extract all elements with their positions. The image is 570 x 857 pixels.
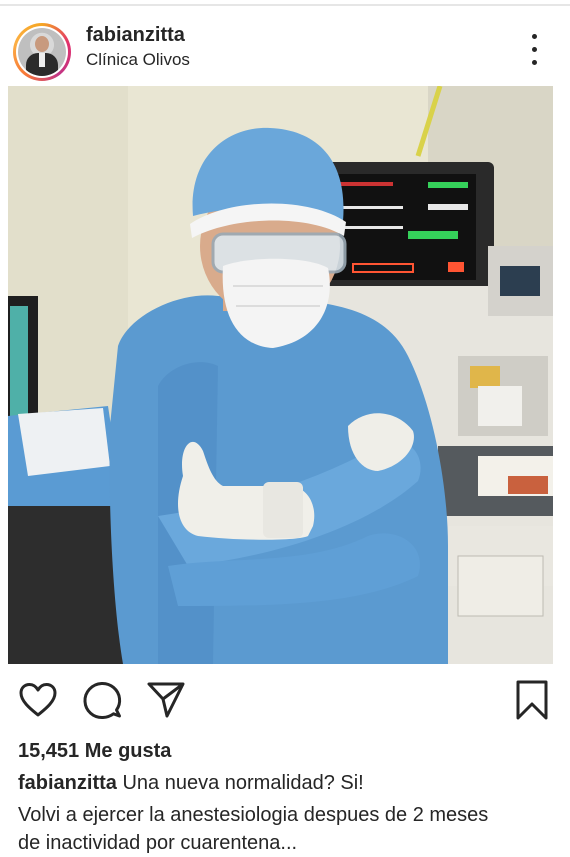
action-bar (0, 676, 570, 728)
top-divider (0, 4, 570, 6)
like-count[interactable]: 15,451 Me gusta (18, 738, 171, 764)
heart-icon[interactable] (16, 676, 60, 724)
caption-username[interactable]: fabianzitta (18, 772, 117, 794)
post-header: fabianzitta Clínica Olivos (0, 8, 570, 84)
username[interactable]: fabianzitta (86, 23, 185, 47)
more-options-icon[interactable] (521, 30, 549, 70)
caption-text: Una nueva normalidad? Si! (116, 772, 364, 794)
avatar[interactable] (13, 23, 71, 81)
caption: fabianzitta Una nueva normalidad? Si! (18, 769, 558, 797)
comment-icon[interactable] (80, 676, 124, 724)
paper-plane-icon[interactable] (144, 676, 188, 724)
location[interactable]: Clínica Olivos (86, 49, 190, 71)
caption-line-3: de inactividad por cuarentena... (18, 832, 298, 854)
bookmark-icon[interactable] (510, 676, 554, 724)
post-photo[interactable] (8, 86, 553, 664)
caption-line-2: Volvi a ejercer la anestesiologia despue… (18, 804, 489, 826)
